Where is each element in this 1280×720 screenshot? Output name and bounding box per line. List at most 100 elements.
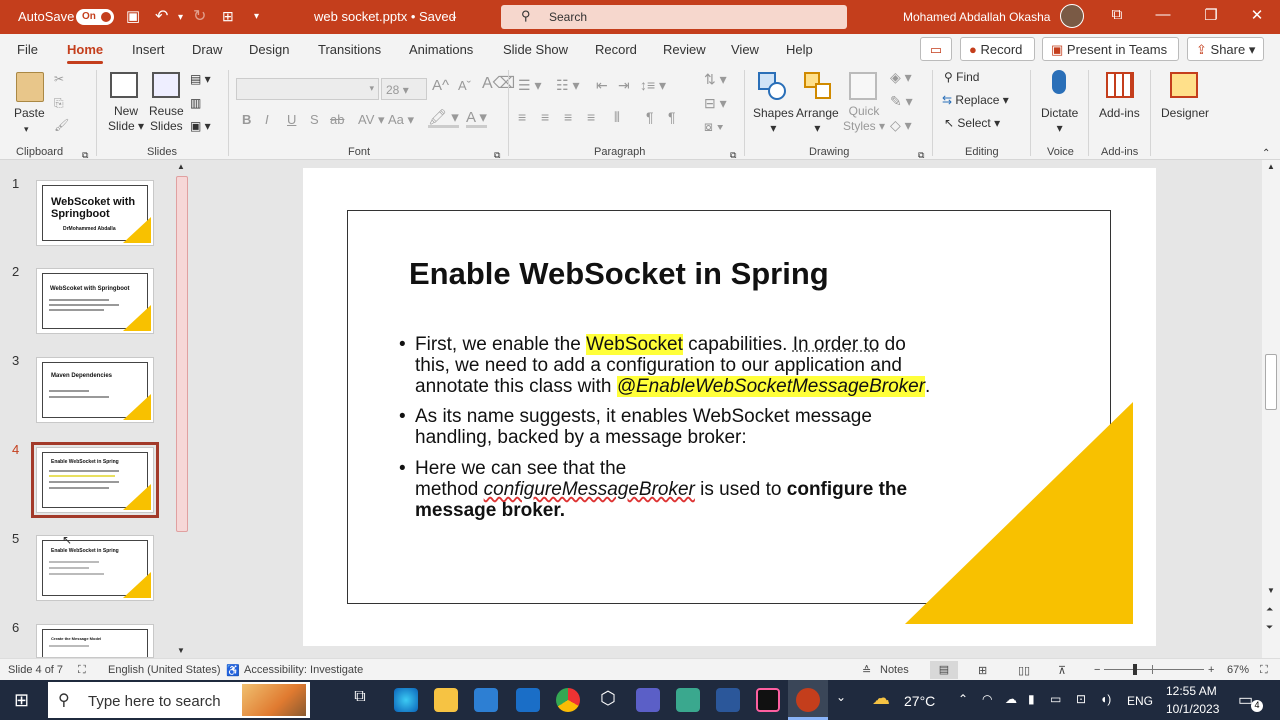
task-view-icon[interactable]: ⧉ (348, 688, 372, 712)
save-icon[interactable]: ▣ (126, 7, 140, 25)
decrease-font-icon[interactable]: Aˇ (458, 78, 471, 93)
font-color-icon[interactable]: A ▾ (466, 110, 487, 128)
copy-icon[interactable]: ⎘ (54, 96, 64, 111)
zoom-out-icon[interactable]: − (1094, 664, 1100, 676)
text-direction-icon[interactable]: ⇅ ▾ (704, 72, 727, 87)
replace-button[interactable]: ⇆ Replace ▾ (942, 93, 1009, 108)
clear-formatting-icon[interactable]: A⌫ (482, 76, 515, 92)
wifi-icon[interactable]: ◠ (982, 692, 992, 706)
onedrive-icon[interactable]: ☁ (1005, 692, 1017, 706)
taskbar-search[interactable]: ⚲ Type here to search (48, 682, 310, 718)
slide-thumbnail-1[interactable]: WebScoket with Springboot DrMohammed Abd… (36, 180, 154, 246)
notes-app-icon[interactable] (676, 688, 700, 712)
change-case-icon[interactable]: Aa ▾ (388, 112, 414, 127)
language-status[interactable]: English (United States) (108, 664, 221, 676)
quick-styles-button[interactable]: Quick Styles ▾ (843, 104, 885, 134)
highlight-icon[interactable]: 🖍 ▾ (428, 110, 459, 128)
slide-thumbnail-6[interactable]: Create the Message Model (36, 624, 154, 658)
new-slide-label[interactable]: New Slide ▾ (108, 104, 144, 134)
slide-canvas[interactable]: Enable WebSocket in Spring • First, we e… (303, 168, 1156, 646)
strikethrough-icon[interactable]: ab (330, 112, 344, 127)
zoom-level[interactable]: 67% (1227, 664, 1249, 676)
align-left-icon[interactable]: ≡ (518, 110, 526, 125)
reading-view-icon[interactable]: ▯▯ (1018, 664, 1030, 677)
zoom-in-icon[interactable]: + (1208, 664, 1214, 676)
shape-effects-icon[interactable]: ◇ ▾ (890, 118, 912, 133)
tab-insert[interactable]: Insert (132, 42, 165, 57)
increase-indent-icon[interactable]: ⇥ (618, 78, 630, 93)
slide-thumbnail-4[interactable]: Enable WebSocket in Spring (36, 447, 154, 513)
columns-icon[interactable]: ⫴ (614, 110, 620, 125)
clock-date[interactable]: 10/1/2023 (1166, 702, 1219, 716)
record-button[interactable]: ● Record (960, 37, 1035, 61)
file-explorer-icon[interactable] (434, 688, 458, 712)
presenter-icon[interactable]: ⊞ (222, 8, 234, 25)
scroll-thumb[interactable] (176, 176, 188, 532)
tab-slide-show[interactable]: Slide Show (503, 42, 568, 57)
format-painter-icon[interactable]: 🖌 (54, 118, 69, 133)
select-button[interactable]: ↖ Select ▾ (944, 116, 1000, 131)
collapse-ribbon-icon[interactable]: ⌃ (1262, 146, 1270, 161)
addins-icon[interactable] (1106, 72, 1134, 98)
word-icon[interactable] (716, 688, 740, 712)
clock-time[interactable]: 12:55 AM (1166, 684, 1217, 698)
microphone-icon[interactable] (1052, 70, 1066, 94)
volume-icon[interactable]: ◖) (1100, 692, 1111, 706)
slide-title[interactable]: Enable WebSocket in Spring (409, 256, 829, 292)
cut-icon[interactable]: ✂ (54, 72, 64, 87)
reset-icon[interactable]: ▥ (190, 96, 201, 111)
reuse-slides-label[interactable]: Reuse Slides (149, 104, 184, 134)
font-size-select[interactable]: 28 ▾ (381, 78, 427, 100)
file-name[interactable]: web socket.pptx • Saved (314, 9, 456, 24)
scroll-down-icon[interactable]: ▼ (1267, 586, 1275, 595)
next-slide-icon[interactable]: ⏷ (1266, 622, 1273, 633)
tab-record[interactable]: Record (595, 42, 637, 57)
paste-button[interactable]: Paste (14, 106, 45, 121)
bold-icon[interactable]: B (242, 112, 251, 127)
slide-thumbnail-5[interactable]: Enable WebSocket in Spring (36, 535, 154, 601)
scroll-thumb[interactable] (1265, 354, 1277, 410)
undo-dropdown-icon[interactable]: ▾ (178, 12, 183, 23)
addins-button[interactable]: Add-ins (1099, 106, 1140, 121)
slide-scrollbar[interactable]: ▲ ▼ ⏶ ⏷ (1262, 160, 1280, 658)
shapes-button[interactable]: Shapes ▾ (753, 106, 794, 136)
char-spacing-icon[interactable]: AV ▾ (358, 112, 385, 127)
store-icon[interactable] (474, 688, 498, 712)
justify-icon[interactable]: ≡ (587, 110, 595, 125)
intellij-icon[interactable] (756, 688, 780, 712)
avatar[interactable] (1060, 4, 1084, 28)
bullets-icon[interactable]: ☰ ▾ (518, 78, 541, 93)
tab-file[interactable]: File (17, 42, 38, 57)
present-in-teams-button[interactable]: ▣ Present in Teams (1042, 37, 1179, 61)
section-icon[interactable]: ▣ ▾ (190, 119, 211, 134)
tab-design[interactable]: Design (249, 42, 289, 57)
align-center-icon[interactable]: ≡ (541, 110, 549, 125)
chrome-icon[interactable] (556, 688, 580, 712)
numbering-icon[interactable]: ☷ ▾ (556, 78, 579, 93)
mail-icon[interactable] (516, 688, 540, 712)
input-language[interactable]: ENG (1127, 694, 1153, 708)
thumbnail-scrollbar[interactable]: ▲ ▼ (174, 162, 190, 658)
slide-sorter-icon[interactable]: ⊞ (978, 664, 987, 677)
decrease-indent-icon[interactable]: ⇤ (596, 78, 608, 93)
undo-icon[interactable]: ↶ (155, 6, 168, 26)
accessibility-status[interactable]: Accessibility: Investigate (244, 664, 363, 676)
tab-view[interactable]: View (731, 42, 759, 57)
slideshow-icon[interactable]: ⊼ (1058, 664, 1066, 677)
autosave-toggle[interactable]: On (76, 9, 114, 25)
slide-thumbnail-2[interactable]: WebScoket with Springboot (36, 268, 154, 334)
scroll-down-icon[interactable]: ▼ (177, 646, 185, 655)
dictate-button[interactable]: Dictate ▾ (1041, 106, 1078, 136)
zoom-slider[interactable] (1104, 669, 1204, 670)
tab-help[interactable]: Help (786, 42, 813, 57)
normal-view-icon[interactable]: ▤ (930, 661, 958, 679)
shadow-icon[interactable]: S (310, 112, 319, 127)
shapes-icon[interactable] (758, 72, 786, 100)
designer-icon[interactable] (1170, 72, 1198, 98)
zoom-slider-thumb[interactable] (1133, 664, 1137, 675)
temperature[interactable]: 27°C (904, 693, 935, 709)
fit-slide-icon[interactable]: ⛶ (1260, 664, 1268, 677)
line-spacing-icon[interactable]: ↕≡ ▾ (640, 78, 666, 93)
minimize-icon[interactable]: — (1148, 6, 1178, 28)
increase-font-icon[interactable]: A^ (432, 78, 449, 93)
